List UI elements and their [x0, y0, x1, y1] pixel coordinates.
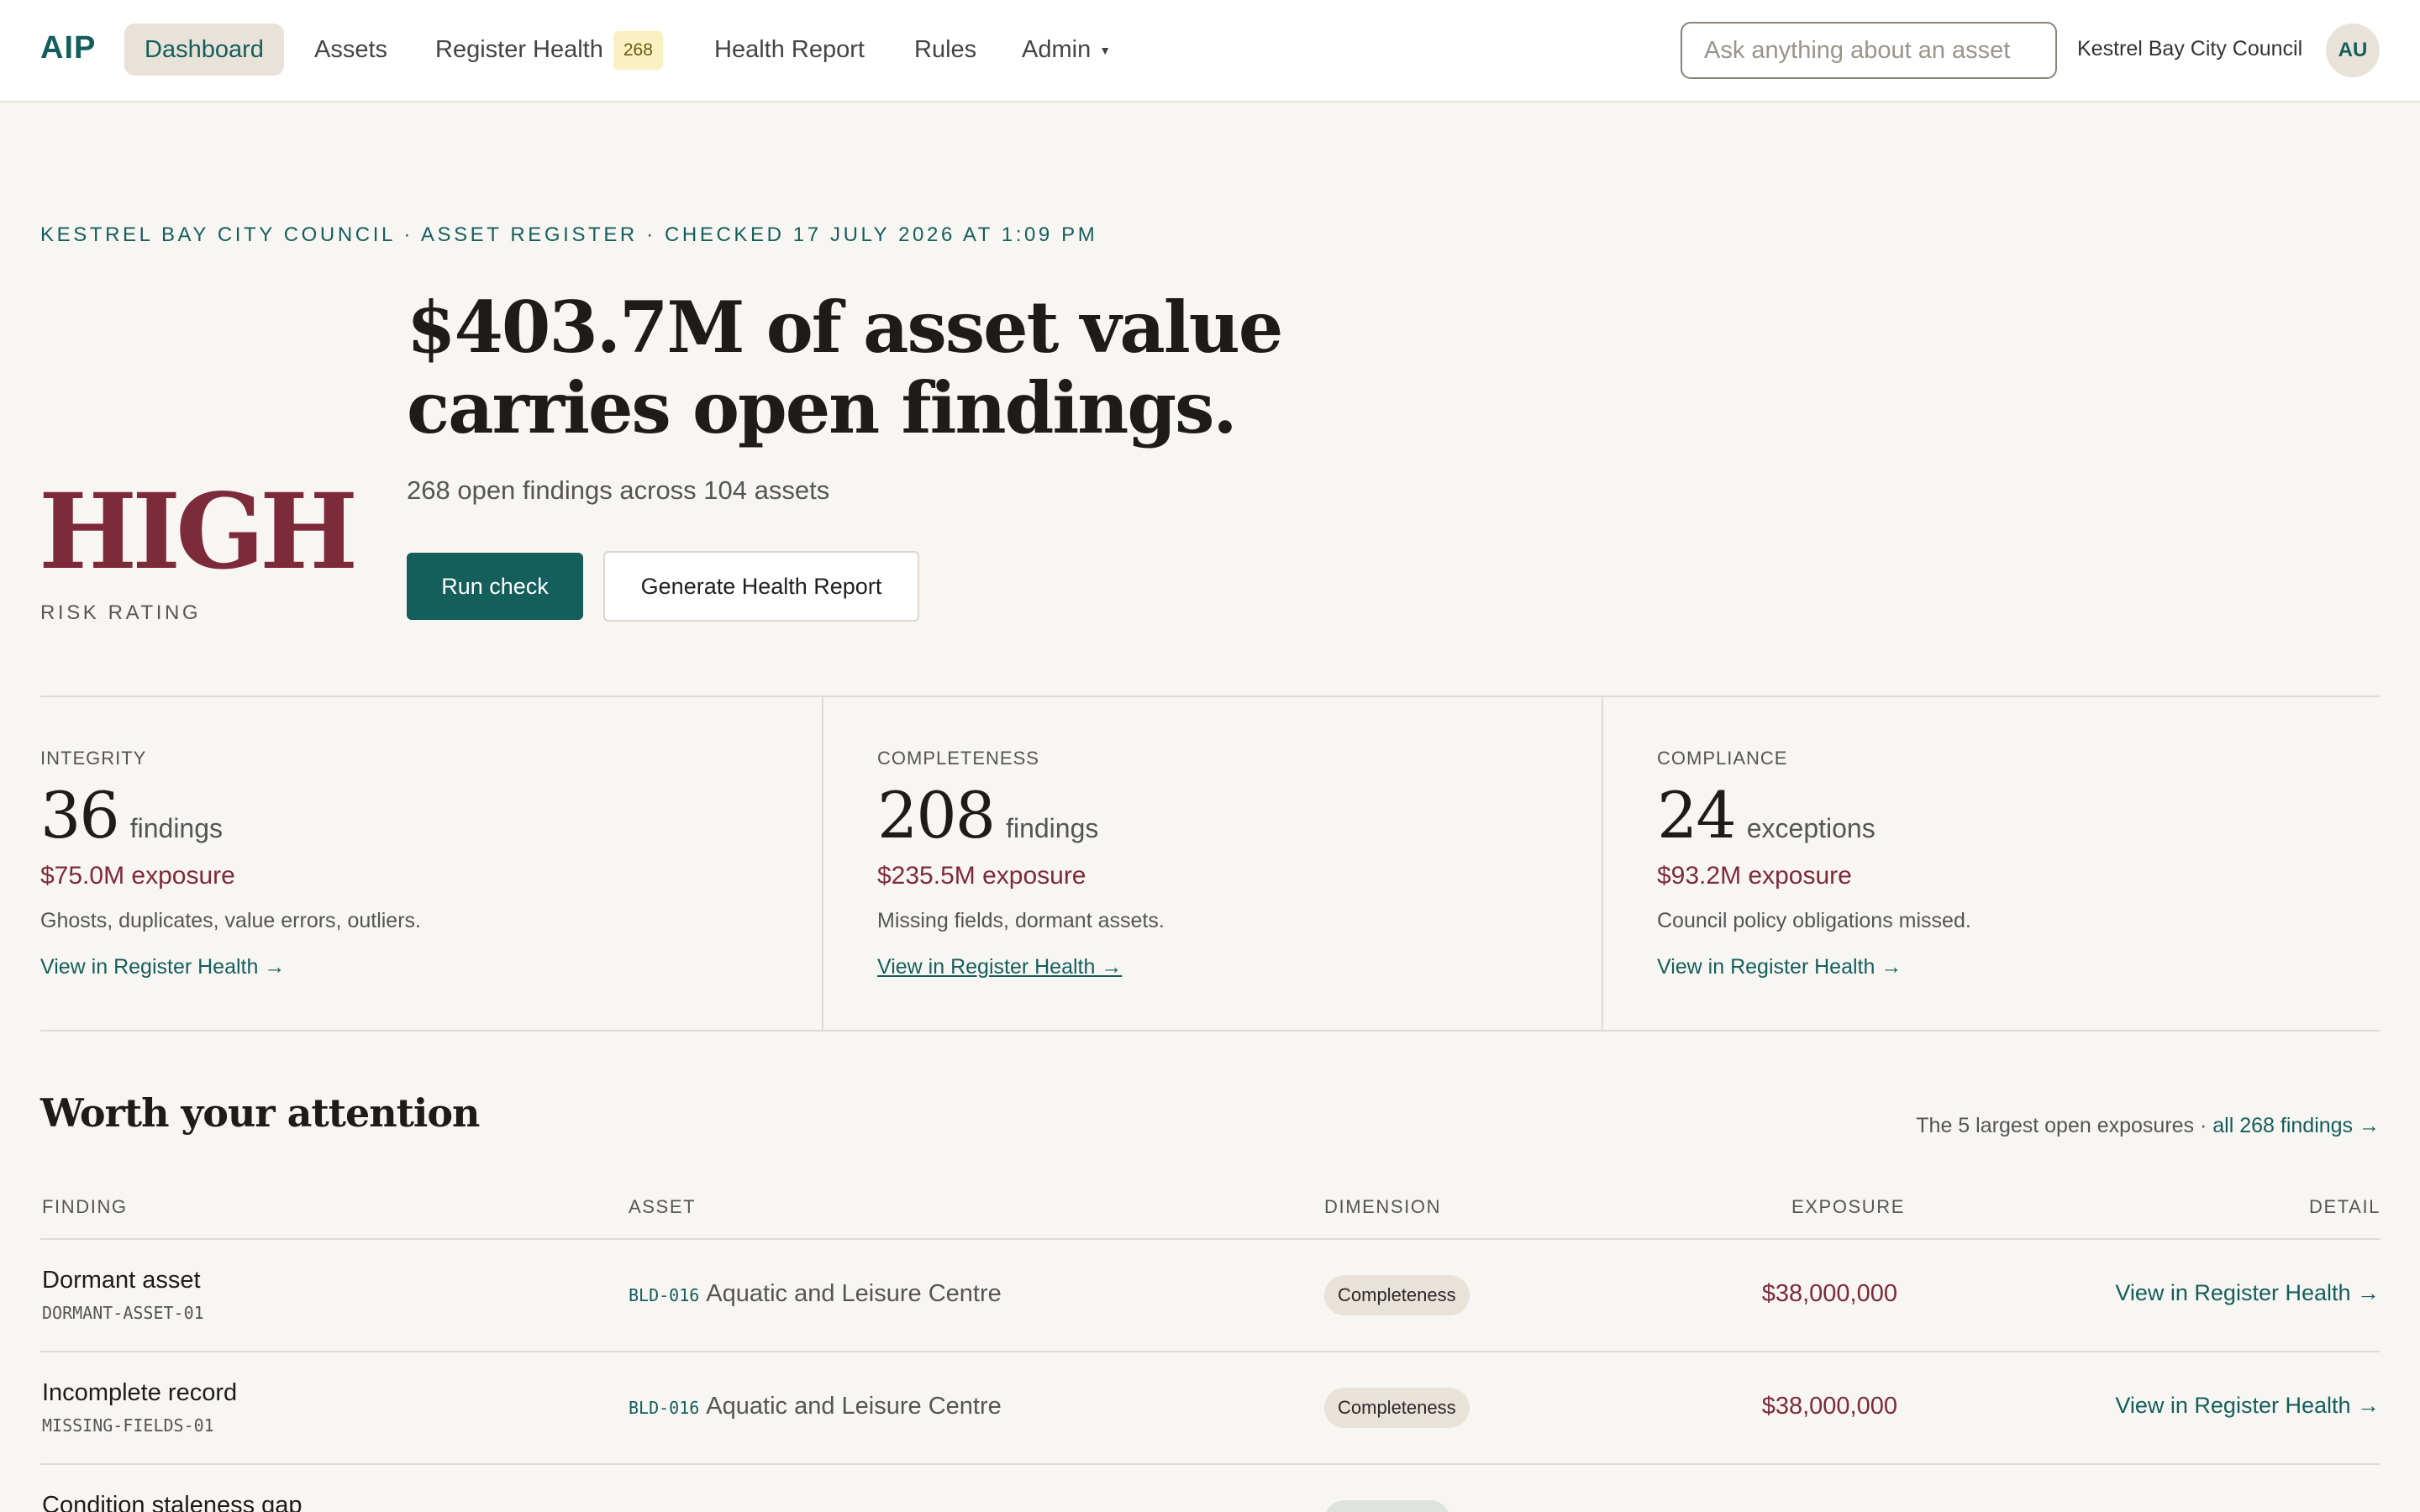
organisation-name: Kestrel Bay City Council: [2077, 37, 2303, 60]
chevron-down-icon: ▼: [1099, 44, 1112, 58]
view-in-register-health-link[interactable]: View in Register Health →: [2044, 1280, 2380, 1306]
all-findings-link[interactable]: all 268 findings →: [2212, 1114, 2380, 1137]
view-in-register-health-link[interactable]: View in Register Health →: [877, 955, 1165, 979]
generate-health-report-button[interactable]: Generate Health Report: [603, 551, 919, 622]
nav-admin[interactable]: Admin ▼: [1002, 24, 1131, 76]
register-context-eyebrow: KESTREL BAY CITY COUNCIL · ASSET REGISTE…: [40, 223, 1098, 246]
ask-search-input[interactable]: [1681, 22, 2057, 79]
nav-health-report[interactable]: Health Report: [694, 24, 885, 76]
completeness-card: COMPLETENESS 208 findings $235.5M exposur…: [822, 697, 1602, 1030]
card-description: Missing fields, dormant assets.: [877, 909, 1165, 932]
nav-register-health[interactable]: Register Health 268: [415, 24, 683, 76]
card-count: 36: [40, 778, 120, 853]
card-description: Council policy obligations missed.: [1657, 909, 1971, 932]
nav-rules-label: Rules: [914, 36, 977, 63]
exposure-value: $38,000,000: [1761, 1393, 1897, 1420]
attention-section-meta: The 5 largest open exposures · all 268 f…: [1916, 1114, 2380, 1138]
dimension-summary-cards: INTEGRITY 36 findings $75.0M exposure Gho…: [40, 696, 2380, 1032]
app-logo[interactable]: AIP: [40, 30, 96, 66]
card-unit: findings: [129, 813, 224, 843]
exposure-value: $38,000,000: [1761, 1280, 1897, 1307]
card-unit: findings: [1006, 813, 1099, 843]
view-in-register-health-link[interactable]: View in Register Health →: [1657, 955, 1971, 979]
asset-code: BLD-016: [629, 1398, 700, 1418]
finding-name: Incomplete record: [42, 1379, 238, 1406]
nav-assets[interactable]: Assets: [294, 24, 408, 76]
view-in-register-health-link[interactable]: View in Register Health →: [2044, 1393, 2380, 1419]
headline-line-2: carries open findings.: [407, 366, 1238, 449]
findings-table-header: FINDING ASSET DIMENSION EXPOSURE DETAIL: [40, 1183, 2380, 1240]
view-in-register-health-link[interactable]: View in Register Health →: [40, 955, 421, 979]
largest-exposures-note: The 5 largest open exposures ·: [1916, 1114, 2213, 1137]
integrity-card: INTEGRITY 36 findings $75.0M exposure Gho…: [40, 697, 822, 1030]
table-row[interactable]: Incomplete record MISSING-FIELDS-01 BLD-…: [40, 1352, 2380, 1465]
risk-rating-value: HIGH: [39, 471, 358, 593]
finding-code: DORMANT-ASSET-01: [42, 1303, 204, 1323]
attention-section-title: Worth your attention: [40, 1090, 480, 1136]
table-row[interactable]: Condition staleness gap: [40, 1465, 2380, 1512]
nav-assets-label: Assets: [314, 36, 388, 63]
nav-dashboard-label: Dashboard: [145, 36, 264, 63]
exposure-headline: $403.7M of asset value carries open find…: [407, 287, 1415, 449]
nav-health-report-label: Health Report: [714, 36, 865, 63]
card-exposure: $93.2M exposure: [1657, 862, 1852, 890]
card-label: COMPLIANCE: [1657, 748, 1788, 769]
column-header-dimension[interactable]: DIMENSION: [1324, 1196, 1441, 1218]
finding-name: Condition staleness gap: [42, 1492, 302, 1512]
column-header-finding[interactable]: FINDING: [42, 1196, 128, 1218]
finding-name: Dormant asset: [42, 1267, 201, 1294]
compliance-card: COMPLIANCE 24 exceptions $93.2M exposure …: [1602, 697, 2380, 1030]
column-header-asset[interactable]: ASSET: [629, 1196, 696, 1218]
card-label: INTEGRITY: [40, 748, 147, 769]
asset-code: BLD-016: [629, 1285, 700, 1305]
finding-code: MISSING-FIELDS-01: [42, 1415, 214, 1436]
dimension-pill: [1324, 1500, 1450, 1512]
register-health-count-badge: 268: [613, 31, 663, 71]
nav-admin-label: Admin: [1022, 36, 1092, 63]
user-avatar[interactable]: AU: [2326, 24, 2380, 77]
nav-register-health-label: Register Health: [435, 36, 603, 63]
card-description: Ghosts, duplicates, value errors, outlie…: [40, 909, 421, 932]
dimension-pill: Completeness: [1324, 1275, 1470, 1315]
run-check-button[interactable]: Run check: [407, 553, 583, 620]
asset-name[interactable]: Aquatic and Leisure Centre: [706, 1280, 1001, 1307]
asset-name[interactable]: Aquatic and Leisure Centre: [706, 1393, 1001, 1420]
top-navigation-bar: AIP Dashboard Assets Register Health 268 …: [0, 0, 2420, 102]
card-count: 24: [1657, 778, 1737, 853]
card-label: COMPLETENESS: [877, 748, 1039, 769]
column-header-exposure[interactable]: EXPOSURE: [1791, 1196, 1905, 1218]
card-unit: exceptions: [1746, 813, 1876, 843]
card-count: 208: [877, 778, 996, 853]
nav-dashboard[interactable]: Dashboard: [124, 24, 284, 76]
risk-rating-label: RISK RATING: [40, 601, 202, 624]
findings-summary: 268 open findings across 104 assets: [407, 475, 830, 505]
dimension-pill: Completeness: [1324, 1388, 1470, 1428]
card-exposure: $235.5M exposure: [877, 862, 1086, 890]
column-header-detail[interactable]: DETAIL: [2309, 1196, 2381, 1218]
headline-line-1: $403.7M of asset value: [407, 286, 1283, 369]
nav-rules[interactable]: Rules: [894, 24, 997, 76]
table-row[interactable]: Dormant asset DORMANT-ASSET-01 BLD-016 Aq…: [40, 1240, 2380, 1352]
card-exposure: $75.0M exposure: [40, 862, 235, 890]
